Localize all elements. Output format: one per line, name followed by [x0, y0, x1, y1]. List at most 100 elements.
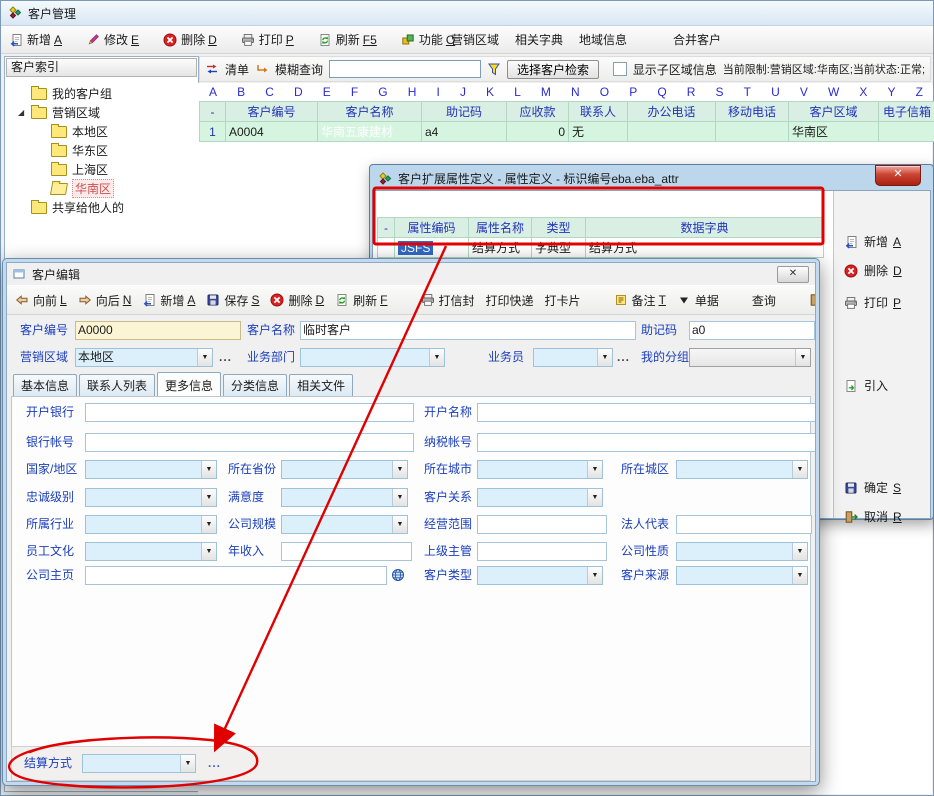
- index-letter[interactable]: F: [351, 85, 358, 100]
- menu-related-dict[interactable]: 相关字典: [515, 31, 563, 48]
- refresh-button[interactable]: 刷新F: [335, 292, 387, 309]
- salesman-more-button[interactable]: ...: [617, 348, 630, 366]
- province-select[interactable]: ▼: [281, 460, 408, 479]
- attr-new-button[interactable]: 新增A: [844, 233, 901, 250]
- tree-item-my-customer-groups[interactable]: 我的客户组: [5, 84, 198, 103]
- tab-contact-list[interactable]: 联系人列表: [79, 374, 155, 396]
- index-letter[interactable]: T: [744, 85, 751, 100]
- index-letter[interactable]: A: [209, 85, 217, 100]
- refresh-button[interactable]: 刷新F5: [318, 31, 377, 48]
- satisfaction-select[interactable]: ▼: [281, 488, 408, 507]
- table-row[interactable]: 1A0004华南五康建材a40无华南区: [200, 122, 934, 142]
- prev-button[interactable]: 向前L: [15, 292, 67, 309]
- index-letter[interactable]: B: [237, 85, 245, 100]
- next-button[interactable]: 向后N: [78, 292, 132, 309]
- index-letter[interactable]: N: [571, 85, 580, 100]
- index-letter[interactable]: V: [800, 85, 808, 100]
- settlement-method-select[interactable]: ▼: [82, 754, 196, 773]
- column-header[interactable]: 属性编码: [395, 218, 469, 238]
- list-label[interactable]: 清单: [225, 61, 249, 78]
- expand-icon[interactable]: ◢: [18, 108, 26, 117]
- customer-type-select[interactable]: ▼: [477, 566, 603, 585]
- company-scale-select[interactable]: ▼: [281, 515, 408, 534]
- customer-name-field[interactable]: 临时客户: [300, 321, 636, 340]
- bank-account-field[interactable]: [85, 433, 414, 452]
- index-letter[interactable]: M: [541, 85, 551, 100]
- new-button[interactable]: 新增A: [142, 292, 195, 309]
- index-letter[interactable]: X: [859, 85, 867, 100]
- business-scope-field[interactable]: [477, 515, 607, 534]
- close-button[interactable]: ✕: [875, 165, 921, 186]
- tab-basic-info[interactable]: 基本信息: [13, 374, 77, 396]
- tab-more-info[interactable]: 更多信息: [157, 372, 221, 396]
- index-letter[interactable]: E: [323, 85, 331, 100]
- query-button[interactable]: 查询: [752, 292, 776, 309]
- close-icon[interactable]: ✕: [777, 266, 809, 283]
- remark-button[interactable]: 备注T: [614, 292, 666, 309]
- back-button[interactable]: 返回R: [809, 292, 816, 309]
- index-letter[interactable]: I: [437, 85, 440, 100]
- tree-item-marketing-regions[interactable]: ◢营销区域: [5, 103, 198, 122]
- index-letter[interactable]: H: [408, 85, 417, 100]
- tax-account-field[interactable]: [477, 433, 816, 452]
- index-letter[interactable]: J: [460, 85, 466, 100]
- tree-item-shared-to-others[interactable]: 共享给他人的: [5, 198, 198, 217]
- new-button[interactable]: 新增A: [9, 31, 62, 48]
- modify-button[interactable]: 修改E: [86, 31, 139, 48]
- column-header[interactable]: -: [378, 218, 395, 238]
- attr-import-button[interactable]: 引入: [844, 377, 888, 394]
- loyalty-level-select[interactable]: ▼: [85, 488, 217, 507]
- customer-source-select[interactable]: ▼: [676, 566, 808, 585]
- search-input[interactable]: [329, 60, 481, 78]
- index-letter[interactable]: R: [687, 85, 696, 100]
- tree-item-region-local[interactable]: 本地区: [5, 122, 198, 141]
- company-nature-select[interactable]: ▼: [676, 542, 808, 561]
- customer-relation-select[interactable]: ▼: [477, 488, 603, 507]
- column-header[interactable]: 联系人: [569, 102, 628, 122]
- index-letter[interactable]: L: [514, 85, 521, 100]
- function-button[interactable]: 功能O: [401, 31, 455, 48]
- marketing-region-more-button[interactable]: ...: [219, 348, 232, 366]
- print-card-button[interactable]: 打卡片: [545, 292, 581, 309]
- country-region-select[interactable]: ▼: [85, 460, 217, 479]
- menu-marketing-region[interactable]: 营销区域: [451, 31, 499, 48]
- tree-item-region-shanghai[interactable]: 上海区: [5, 160, 198, 179]
- column-header[interactable]: 客户名称: [318, 102, 422, 122]
- account-name-field[interactable]: [477, 403, 816, 422]
- index-letter[interactable]: Z: [916, 85, 923, 100]
- table-row[interactable]: JSFS结算方式字典型结算方式: [378, 238, 824, 258]
- filter-funnel-icon[interactable]: [487, 62, 501, 76]
- tab-related-files[interactable]: 相关文件: [289, 374, 353, 396]
- settlement-more-button[interactable]: ...: [208, 754, 221, 772]
- index-letter[interactable]: W: [828, 85, 839, 100]
- column-header[interactable]: 数据字典: [586, 218, 824, 238]
- menu-area-info[interactable]: 地域信息: [579, 31, 627, 48]
- menu-merge-customer[interactable]: 合并客户: [673, 31, 721, 48]
- column-header[interactable]: 移动电话: [716, 102, 789, 122]
- bank-name-field[interactable]: [85, 403, 414, 422]
- marketing-region-select[interactable]: 本地区 ▼: [75, 348, 213, 367]
- delete-button[interactable]: 删除D: [270, 292, 324, 309]
- index-letter[interactable]: U: [771, 85, 780, 100]
- superior-field[interactable]: [477, 542, 607, 561]
- column-header[interactable]: 属性名称: [469, 218, 532, 238]
- documents-button[interactable]: 单据: [677, 292, 719, 309]
- index-letter[interactable]: G: [378, 85, 387, 100]
- index-letter[interactable]: S: [716, 85, 724, 100]
- column-header[interactable]: 类型: [532, 218, 586, 238]
- index-letter[interactable]: D: [294, 85, 303, 100]
- index-letter[interactable]: Q: [657, 85, 666, 100]
- show-subregion-checkbox[interactable]: [613, 62, 627, 76]
- attr-cancel-button[interactable]: 取消R: [844, 508, 902, 525]
- print-envelope-button[interactable]: 打信封: [421, 292, 475, 309]
- list-swap-icon[interactable]: [205, 62, 219, 76]
- column-header[interactable]: 办公电话: [628, 102, 716, 122]
- index-letter[interactable]: K: [486, 85, 494, 100]
- index-letter[interactable]: P: [629, 85, 637, 100]
- column-header[interactable]: 电子信箱: [879, 102, 934, 122]
- annual-income-field[interactable]: [281, 542, 412, 561]
- mnemonic-field[interactable]: a0: [689, 321, 815, 340]
- homepage-field[interactable]: [85, 566, 387, 585]
- index-letter[interactable]: O: [600, 85, 609, 100]
- tab-category-info[interactable]: 分类信息: [223, 374, 287, 396]
